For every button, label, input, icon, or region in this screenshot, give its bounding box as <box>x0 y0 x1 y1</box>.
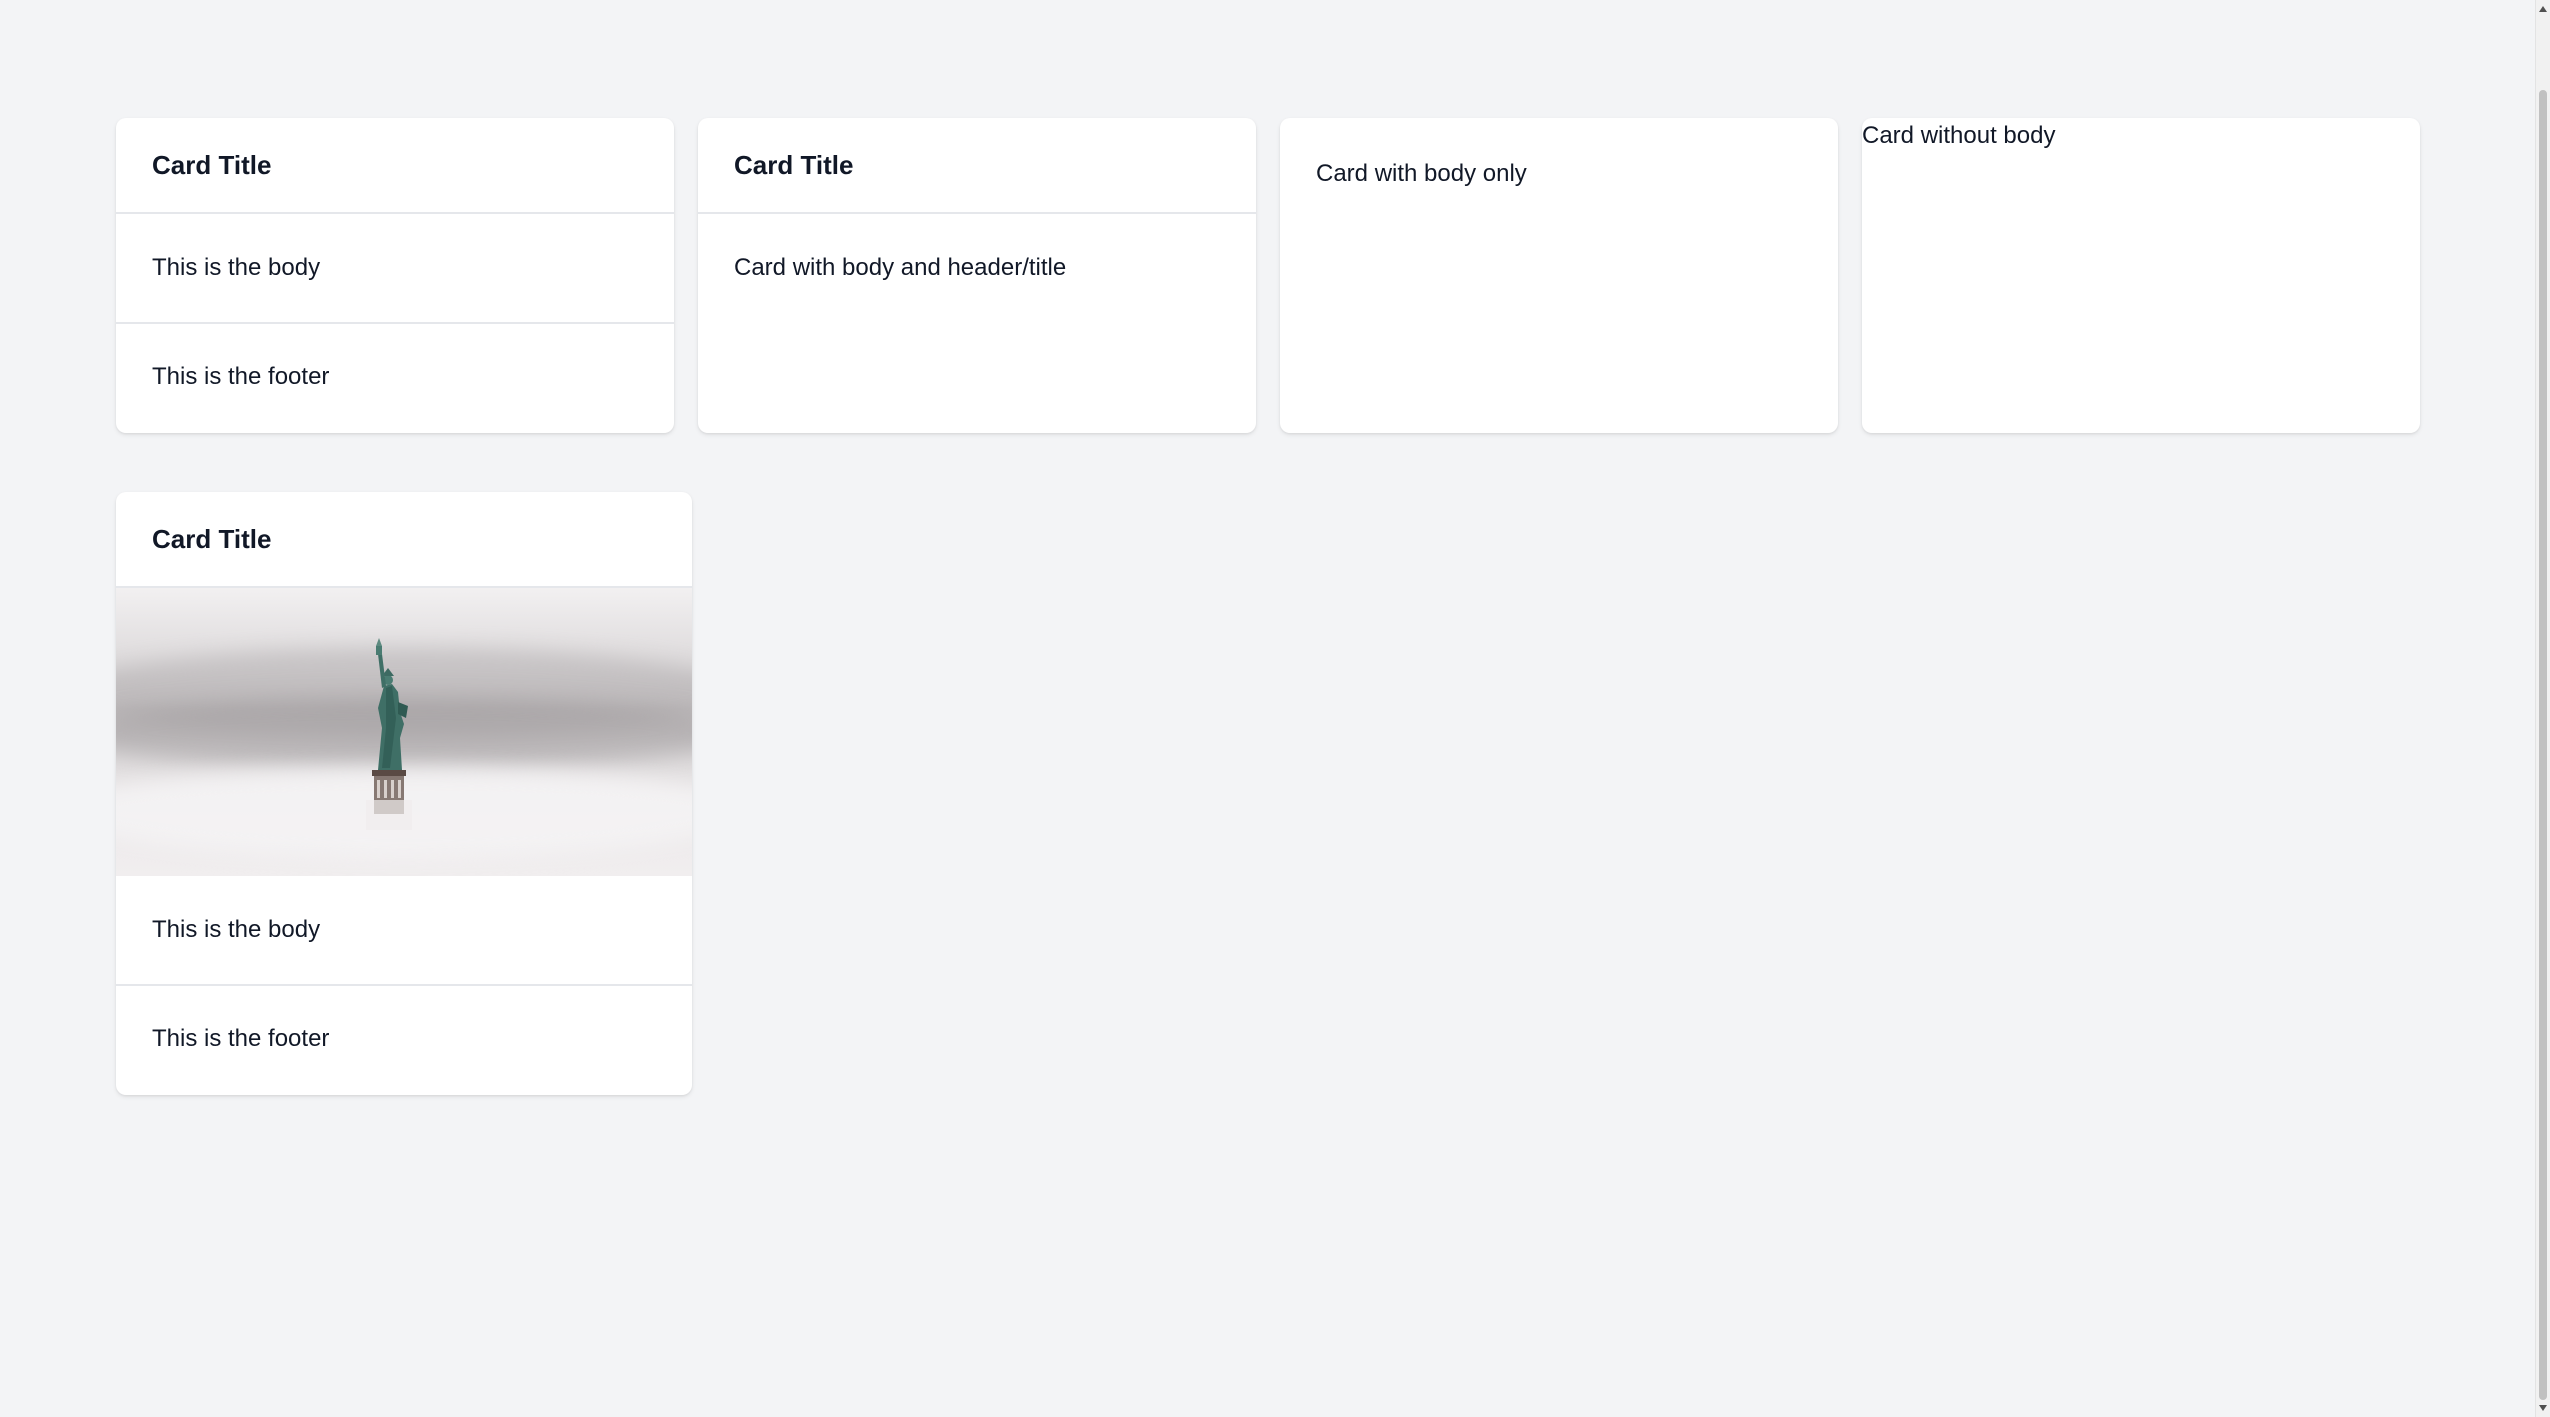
statue-of-liberty-image <box>116 588 692 876</box>
scroll-down-arrow-icon[interactable] <box>2539 1405 2547 1411</box>
scrollbar-thumb[interactable] <box>2539 90 2547 1400</box>
scroll-up-arrow-icon[interactable] <box>2539 6 2547 12</box>
card-body: Card with body only <box>1316 160 1527 187</box>
card-body-only: Card with body only <box>1280 118 1838 433</box>
card-title: Card Title <box>698 118 1256 214</box>
card-header-body: Card Title Card with body and header/tit… <box>698 118 1256 433</box>
card-content: Card without body <box>1862 122 2056 149</box>
card-footer: This is the footer <box>116 322 674 430</box>
card-footer: This is the footer <box>116 984 692 1092</box>
card-body: Card with body and header/title <box>734 254 1067 281</box>
card-full: Card Title This is the body This is the … <box>116 118 674 433</box>
card-body: This is the body <box>152 916 321 943</box>
card-title: Card Title <box>116 118 674 214</box>
card-title: Card Title <box>116 492 692 588</box>
card-with-image: Card Title This is the body This is the … <box>116 492 692 1095</box>
card-body: This is the body <box>152 254 321 281</box>
statue-icon <box>366 638 412 830</box>
card-no-body: Card without body <box>1862 118 2420 433</box>
vertical-scrollbar[interactable] <box>2535 0 2550 1417</box>
